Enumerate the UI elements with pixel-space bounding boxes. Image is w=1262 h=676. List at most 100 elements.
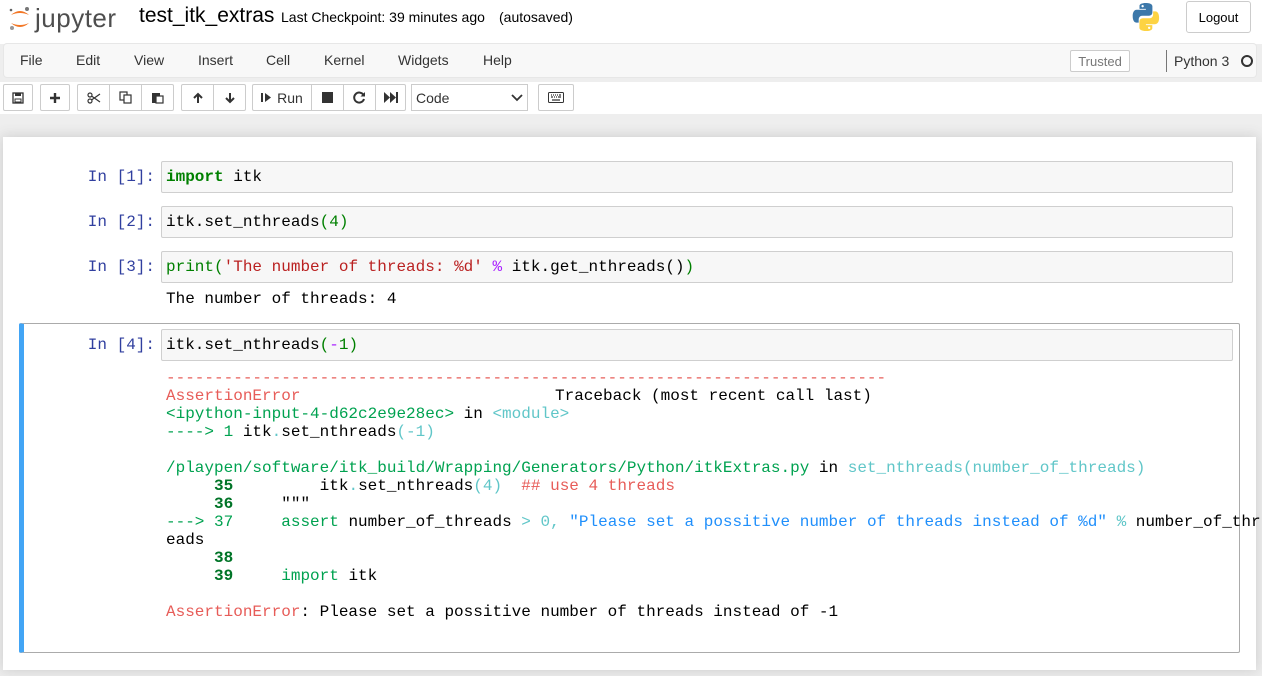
code-number: 4: [329, 213, 339, 231]
in-word: in: [454, 405, 493, 423]
menu-view[interactable]: View: [134, 52, 164, 68]
cell-1-prompt: In [1]:: [87, 168, 155, 186]
menu-help[interactable]: Help: [483, 52, 512, 68]
arrow-up-icon: [192, 92, 203, 103]
final-error-line: AssertionError: Please set a possitive n…: [166, 603, 838, 621]
function-signature: set_nthreads(number_of_threads): [847, 459, 1146, 477]
fast-forward-icon: [383, 92, 398, 103]
kernel-name: Python 3: [1174, 53, 1230, 69]
cell-type-select[interactable]: Code: [411, 84, 528, 111]
save-button[interactable]: [3, 84, 33, 111]
traceback-header-line: AssertionError: [166, 387, 300, 405]
code-keyword: import: [166, 168, 224, 186]
input-ref: <ipython-input-4-d62c2e9e28ec>: [166, 405, 455, 423]
line-number: 35: [214, 477, 234, 495]
line-number: 38: [214, 549, 234, 567]
code-operator: %: [492, 258, 503, 276]
restart-run-all-button[interactable]: [375, 84, 406, 111]
cut-button[interactable]: [77, 84, 110, 111]
code-text: itk: [338, 567, 378, 585]
move-down-button[interactable]: [213, 84, 246, 111]
code-paren: ): [348, 336, 359, 354]
traceback-header: Traceback (most recent call last): [555, 387, 872, 405]
jupyter-logo[interactable]: jupyter: [8, 3, 117, 34]
code-text: itk.set_nthreads: [166, 336, 320, 354]
cell-4-input[interactable]: itk.set_nthreads(-1): [161, 329, 1233, 361]
interrupt-button[interactable]: [311, 84, 344, 111]
error-message: : Please set a possitive number of threa…: [300, 603, 839, 621]
code-paren: (: [319, 336, 330, 354]
logout-button[interactable]: Logout: [1186, 1, 1251, 33]
code-args: (-1): [396, 423, 435, 441]
menu-edit[interactable]: Edit: [76, 52, 100, 68]
code-text: itk: [319, 477, 349, 495]
chevron-down-icon: [511, 93, 523, 101]
cell-1-input[interactable]: import itk: [161, 161, 1233, 193]
error-type: AssertionError: [166, 603, 301, 621]
cell-2-prompt: In [2]:: [87, 213, 155, 231]
trusted-badge[interactable]: Trusted: [1070, 50, 1130, 72]
code-text: number_of_threads: [338, 513, 522, 531]
restart-icon: [353, 91, 365, 104]
traceback-line-35: 35 itk.set_nthreads(4) ## use 4 threads: [166, 477, 675, 495]
code-text: """: [281, 495, 311, 513]
jupyter-logo-icon: [9, 6, 29, 30]
cell-2-input[interactable]: itk.set_nthreads(4): [161, 206, 1233, 238]
command-palette-button[interactable]: [538, 84, 574, 111]
code-text: itk: [242, 423, 272, 441]
plus-icon: [50, 92, 60, 103]
move-up-button[interactable]: [181, 84, 214, 111]
run-button[interactable]: Run: [252, 84, 312, 111]
notebook-container: In [1]: import itk In [2]: itk.set_nthre…: [3, 137, 1261, 670]
code-text: itk.get_nthreads(): [502, 258, 685, 276]
cell-3-output: The number of threads: 4: [166, 290, 397, 308]
traceback-line-39: 39 import itk: [166, 567, 377, 585]
code-paren: (: [319, 213, 330, 231]
line-number: 39: [214, 567, 234, 585]
code-builtin: print: [166, 258, 215, 276]
kernel-status-icon: [1241, 55, 1253, 67]
code-number: 1: [338, 336, 349, 354]
notebook-name[interactable]: test_itk_extras: [139, 4, 274, 28]
insert-cell-button[interactable]: [40, 84, 70, 111]
code-paren: (: [214, 258, 224, 276]
cell-3-input[interactable]: print('The number of threads: %d' % itk.…: [161, 251, 1233, 283]
code-keyword: assert: [281, 513, 339, 531]
menu-insert[interactable]: Insert: [198, 52, 233, 68]
menu-kernel[interactable]: Kernel: [324, 52, 364, 68]
copy-button[interactable]: [109, 84, 142, 111]
paste-icon: [152, 93, 164, 104]
stop-icon: [322, 92, 333, 103]
code-paren: ): [338, 213, 349, 231]
traceback-line-38: 38: [166, 549, 233, 567]
traceback-line-36: 36 """: [166, 495, 310, 513]
run-label: Run: [277, 89, 303, 106]
code-dot: .: [348, 477, 359, 495]
code-text: number_of_thr: [1126, 513, 1261, 531]
traceback-input-line: <ipython-input-4-d62c2e9e28ec> in <modul…: [166, 405, 569, 423]
code-text: set_nthreads: [281, 423, 397, 441]
keyboard-icon: [548, 92, 564, 103]
arrow-marker: ----> 1: [166, 423, 243, 441]
kernel-divider: [1166, 50, 1167, 72]
menu-cell[interactable]: Cell: [266, 52, 290, 68]
paste-button[interactable]: [141, 84, 174, 111]
code-operator: -: [329, 336, 339, 354]
line-number: 36: [214, 495, 234, 513]
menu-widgets[interactable]: Widgets: [398, 52, 449, 68]
logo-text: jupyter: [35, 3, 117, 33]
cell-3-prompt: In [3]:: [87, 258, 155, 276]
traceback-separator: ----------------------------------------…: [166, 369, 887, 387]
traceback-arrow-line: ----> 1 itk.set_nthreads(-1): [166, 423, 435, 441]
file-path: /playpen/software/itk_build/Wrapping/Gen…: [166, 459, 810, 477]
toolbar: Run Code: [0, 82, 1262, 114]
code-text: itk.set_nthreads: [166, 213, 320, 231]
menu-file[interactable]: File: [20, 52, 43, 68]
cell-4-prompt: In [4]:: [87, 336, 155, 354]
restart-button[interactable]: [343, 84, 376, 111]
code-args: (4): [473, 477, 503, 495]
code-paren: ): [684, 258, 695, 276]
code-text: itk: [223, 168, 263, 186]
traceback-line-37: ---> 37 assert number_of_threads > 0, "P…: [166, 513, 1261, 531]
python-logo-icon: [1130, 1, 1162, 38]
